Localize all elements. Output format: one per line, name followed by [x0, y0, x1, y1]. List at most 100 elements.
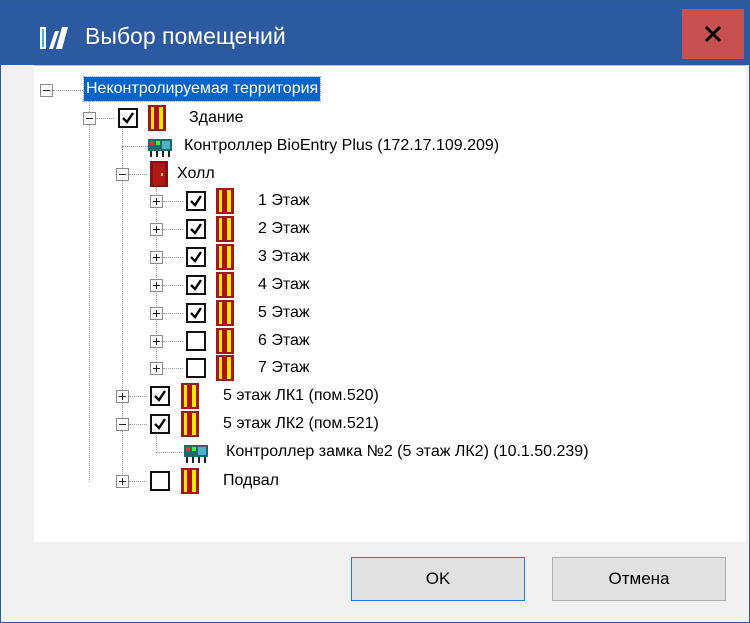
- check-icon: [190, 195, 202, 207]
- checkbox-unchecked[interactable]: [186, 331, 206, 351]
- tree-connector: [163, 341, 183, 342]
- expand-icon[interactable]: [150, 279, 163, 292]
- door-yellow-icon: [181, 411, 199, 437]
- checkbox-unchecked[interactable]: [186, 358, 206, 378]
- door-yellow-icon: [216, 328, 234, 354]
- app-logo-icon: [37, 23, 71, 53]
- expand-icon[interactable]: [116, 475, 129, 488]
- tree-connector: [129, 174, 147, 175]
- door-yellow-icon: [216, 188, 234, 214]
- tree-node-controller[interactable]: Контроллер BioEntry Plus (172.17.109.209…: [34, 132, 654, 160]
- tree-node-label[interactable]: 4 Этаж: [258, 273, 310, 297]
- check-icon: [154, 390, 166, 402]
- checkbox-checked[interactable]: [186, 303, 206, 323]
- controller-icon: [184, 445, 208, 463]
- tree-node-lk1[interactable]: 5 этаж ЛК1 (пом.520): [34, 382, 434, 410]
- checkbox-checked[interactable]: [118, 108, 138, 128]
- door-yellow-icon: [216, 300, 234, 326]
- title-bar[interactable]: Выбор помещений: [1, 1, 749, 65]
- door-yellow-icon: [181, 383, 199, 409]
- tree-connector: [163, 368, 183, 369]
- tree-node-label[interactable]: 7 Этаж: [258, 356, 310, 380]
- checkbox-checked[interactable]: [150, 386, 170, 406]
- door-red-icon: [150, 161, 168, 187]
- tree-connector: [163, 257, 183, 258]
- tree-connector: [96, 118, 114, 119]
- tree-node-label[interactable]: Холл: [177, 162, 215, 186]
- checkbox-checked[interactable]: [186, 275, 206, 295]
- expand-icon[interactable]: [150, 307, 163, 320]
- expand-icon[interactable]: [150, 335, 163, 348]
- close-button[interactable]: [682, 9, 744, 59]
- collapse-icon[interactable]: [116, 418, 129, 431]
- ok-button[interactable]: OK: [351, 557, 525, 601]
- tree-connector: [129, 481, 147, 482]
- check-icon: [190, 251, 202, 263]
- tree-node-floor[interactable]: 5 Этаж: [34, 299, 334, 327]
- check-icon: [190, 223, 202, 235]
- cancel-button[interactable]: Отмена: [552, 557, 726, 601]
- tree-connector: [163, 313, 183, 314]
- door-yellow-icon: [216, 216, 234, 242]
- checkbox-checked[interactable]: [186, 219, 206, 239]
- tree-node-floor[interactable]: 6 Этаж: [34, 327, 334, 355]
- checkbox-unchecked[interactable]: [150, 471, 170, 491]
- close-icon: [704, 25, 722, 43]
- tree-node-label[interactable]: Подвал: [223, 469, 279, 493]
- tree-node-label[interactable]: Контроллер замка №2 (5 этаж ЛК2) (10.1.5…: [226, 440, 589, 464]
- tree-connector: [122, 146, 148, 147]
- tree-connector: [163, 229, 183, 230]
- tree-node-label[interactable]: 2 Этаж: [258, 217, 310, 241]
- tree-node-hall[interactable]: Холл: [34, 160, 334, 188]
- tree-node-root[interactable]: Неконтролируемая территория: [34, 76, 454, 104]
- tree-node-controller[interactable]: Контроллер замка №2 (5 этаж ЛК2) (10.1.5…: [34, 438, 746, 466]
- checkbox-checked[interactable]: [186, 247, 206, 267]
- tree-node-label[interactable]: 5 Этаж: [258, 301, 310, 325]
- tree-connector: [156, 452, 182, 453]
- tree-node-label[interactable]: 5 этаж ЛК1 (пом.520): [223, 384, 379, 408]
- door-yellow-icon: [216, 355, 234, 381]
- expand-icon[interactable]: [116, 390, 129, 403]
- controller-icon: [148, 139, 172, 157]
- check-icon: [190, 279, 202, 291]
- check-icon: [122, 112, 134, 124]
- tree-node-basement[interactable]: Подвал: [34, 467, 334, 495]
- collapse-icon[interactable]: [116, 168, 129, 181]
- collapse-icon[interactable]: [83, 112, 96, 125]
- window-title: Выбор помещений: [85, 23, 286, 49]
- expand-icon[interactable]: [150, 251, 163, 264]
- tree-connector: [129, 396, 147, 397]
- door-yellow-icon: [181, 468, 199, 494]
- expand-icon[interactable]: [150, 195, 163, 208]
- tree-node-floor[interactable]: 1 Этаж: [34, 187, 334, 215]
- door-yellow-icon: [216, 272, 234, 298]
- tree-connector: [163, 201, 183, 202]
- tree-connector: [129, 424, 147, 425]
- expand-icon[interactable]: [150, 362, 163, 375]
- tree-node-label[interactable]: Контроллер BioEntry Plus (172.17.109.209…: [184, 134, 499, 158]
- checkbox-checked[interactable]: [186, 191, 206, 211]
- tree-node-floor[interactable]: 2 Этаж: [34, 215, 334, 243]
- tree-node-lk2[interactable]: 5 этаж ЛК2 (пом.521): [34, 410, 434, 438]
- tree-node-label[interactable]: Неконтролируемая территория: [82, 76, 322, 102]
- room-tree[interactable]: Неконтролируемая территория Здание Контр…: [34, 65, 746, 542]
- tree-connector: [163, 285, 183, 286]
- tree-node-floor[interactable]: 7 Этаж: [34, 354, 334, 382]
- tree-node-floor[interactable]: 4 Этаж: [34, 271, 334, 299]
- door-yellow-icon: [216, 244, 234, 270]
- expand-icon[interactable]: [150, 223, 163, 236]
- tree-node-label[interactable]: 6 Этаж: [258, 329, 310, 353]
- checkbox-checked[interactable]: [150, 414, 170, 434]
- tree-node-building[interactable]: Здание: [34, 104, 334, 132]
- tree-node-label[interactable]: Здание: [189, 106, 244, 130]
- check-icon: [190, 307, 202, 319]
- check-icon: [154, 418, 166, 430]
- tree-connector: [53, 90, 83, 91]
- collapse-icon[interactable]: [40, 84, 53, 97]
- tree-node-label[interactable]: 5 этаж ЛК2 (пом.521): [223, 412, 379, 436]
- room-selection-dialog: Выбор помещений Неконтролируемая террито…: [0, 0, 750, 623]
- tree-node-label[interactable]: 1 Этаж: [258, 189, 310, 213]
- tree-node-label[interactable]: 3 Этаж: [258, 245, 310, 269]
- door-yellow-icon: [148, 105, 166, 131]
- tree-node-floor[interactable]: 3 Этаж: [34, 243, 334, 271]
